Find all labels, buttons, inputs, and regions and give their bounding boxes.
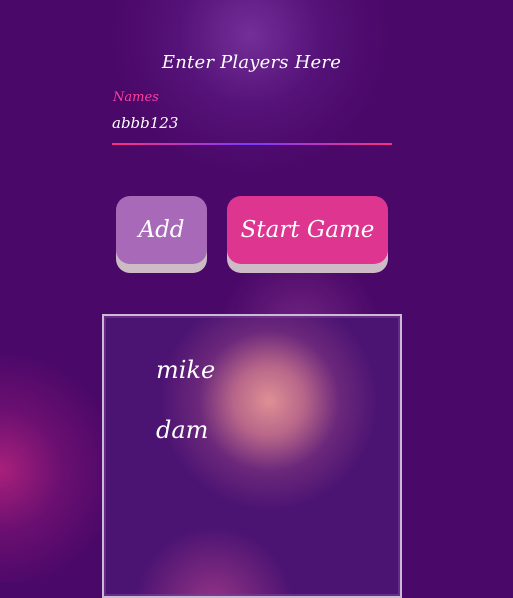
start-game-button[interactable]: Start Game [227,196,388,264]
names-underline [112,143,392,145]
add-button[interactable]: Add [116,196,207,264]
player-list-panel: mike dam [102,314,402,598]
player-item: mike [156,356,216,384]
names-field: Names [112,90,392,148]
page-title: Enter Players Here [161,52,342,73]
player-item: dam [156,416,209,444]
names-label: Names [113,90,159,105]
names-input[interactable] [112,110,392,136]
